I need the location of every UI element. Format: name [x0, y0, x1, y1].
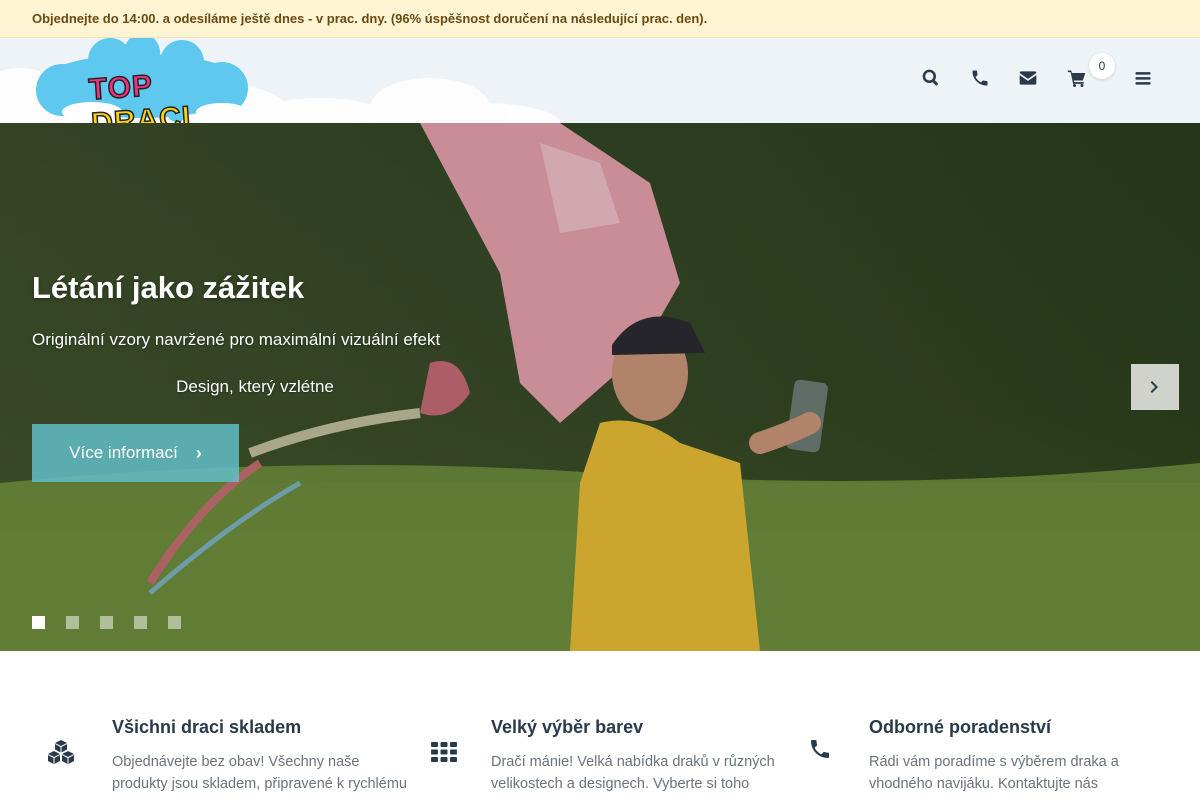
more-info-button-label: Více informací [69, 443, 178, 462]
chevron-right-icon [1150, 381, 1158, 393]
hero-subtitle: Originální vzory navržené pro maximální … [32, 330, 441, 349]
feature-title: Všichni draci skladem [112, 717, 302, 737]
cubes-icon [46, 737, 80, 771]
feature-text: Dračí mánie! Velká nabídka draků v různý… [491, 754, 775, 792]
more-info-button[interactable]: Více informací › [32, 424, 239, 482]
hero-title: Létání jako zážitek [32, 270, 305, 305]
slider-pagination [32, 616, 181, 629]
grid-icon [429, 737, 463, 771]
cart-icon[interactable] [1067, 68, 1091, 92]
slider-next-button[interactable] [1131, 364, 1179, 410]
slider-dot-4[interactable] [134, 616, 147, 629]
slider-dot-3[interactable] [100, 616, 113, 629]
features-section: Všichni draci skladem Objednávejte bez o… [0, 651, 1200, 800]
shipping-notice-text: Objednejte do 14:00. a odesíláme ještě d… [32, 11, 708, 26]
menu-icon[interactable] [1133, 68, 1157, 92]
feature-title: Velký výběr barev [491, 717, 644, 737]
feature-text: Rádi vám poradíme s výběrem draka a vhod… [869, 754, 1119, 792]
site-header: TOP DRACI 0 [0, 38, 1200, 123]
cart-count-badge[interactable]: 0 [1089, 53, 1115, 79]
logo-word-top: TOP [87, 69, 154, 108]
site-logo[interactable]: TOP DRACI [32, 38, 252, 123]
envelope-icon[interactable] [1018, 68, 1042, 92]
chevron-right-icon: › [195, 442, 202, 463]
phone-icon [808, 737, 842, 771]
feature-text: Objednávejte bez obav! Všechny naše prod… [112, 754, 407, 792]
shipping-notice-bar: Objednejte do 14:00. a odesíláme ještě d… [0, 0, 1200, 38]
search-icon[interactable] [921, 68, 945, 92]
slider-dot-5[interactable] [168, 616, 181, 629]
slider-dot-2[interactable] [66, 616, 79, 629]
slider-dot-1[interactable] [32, 616, 45, 629]
hero-slider: Létání jako zážitek Originální vzory nav… [0, 123, 1200, 651]
logo-wordmark: TOP DRACI [87, 62, 254, 123]
hero-tagline: Design, který vzlétne [176, 377, 334, 396]
phone-icon[interactable] [970, 68, 994, 92]
feature-title: Odborné poradenství [869, 717, 1052, 737]
